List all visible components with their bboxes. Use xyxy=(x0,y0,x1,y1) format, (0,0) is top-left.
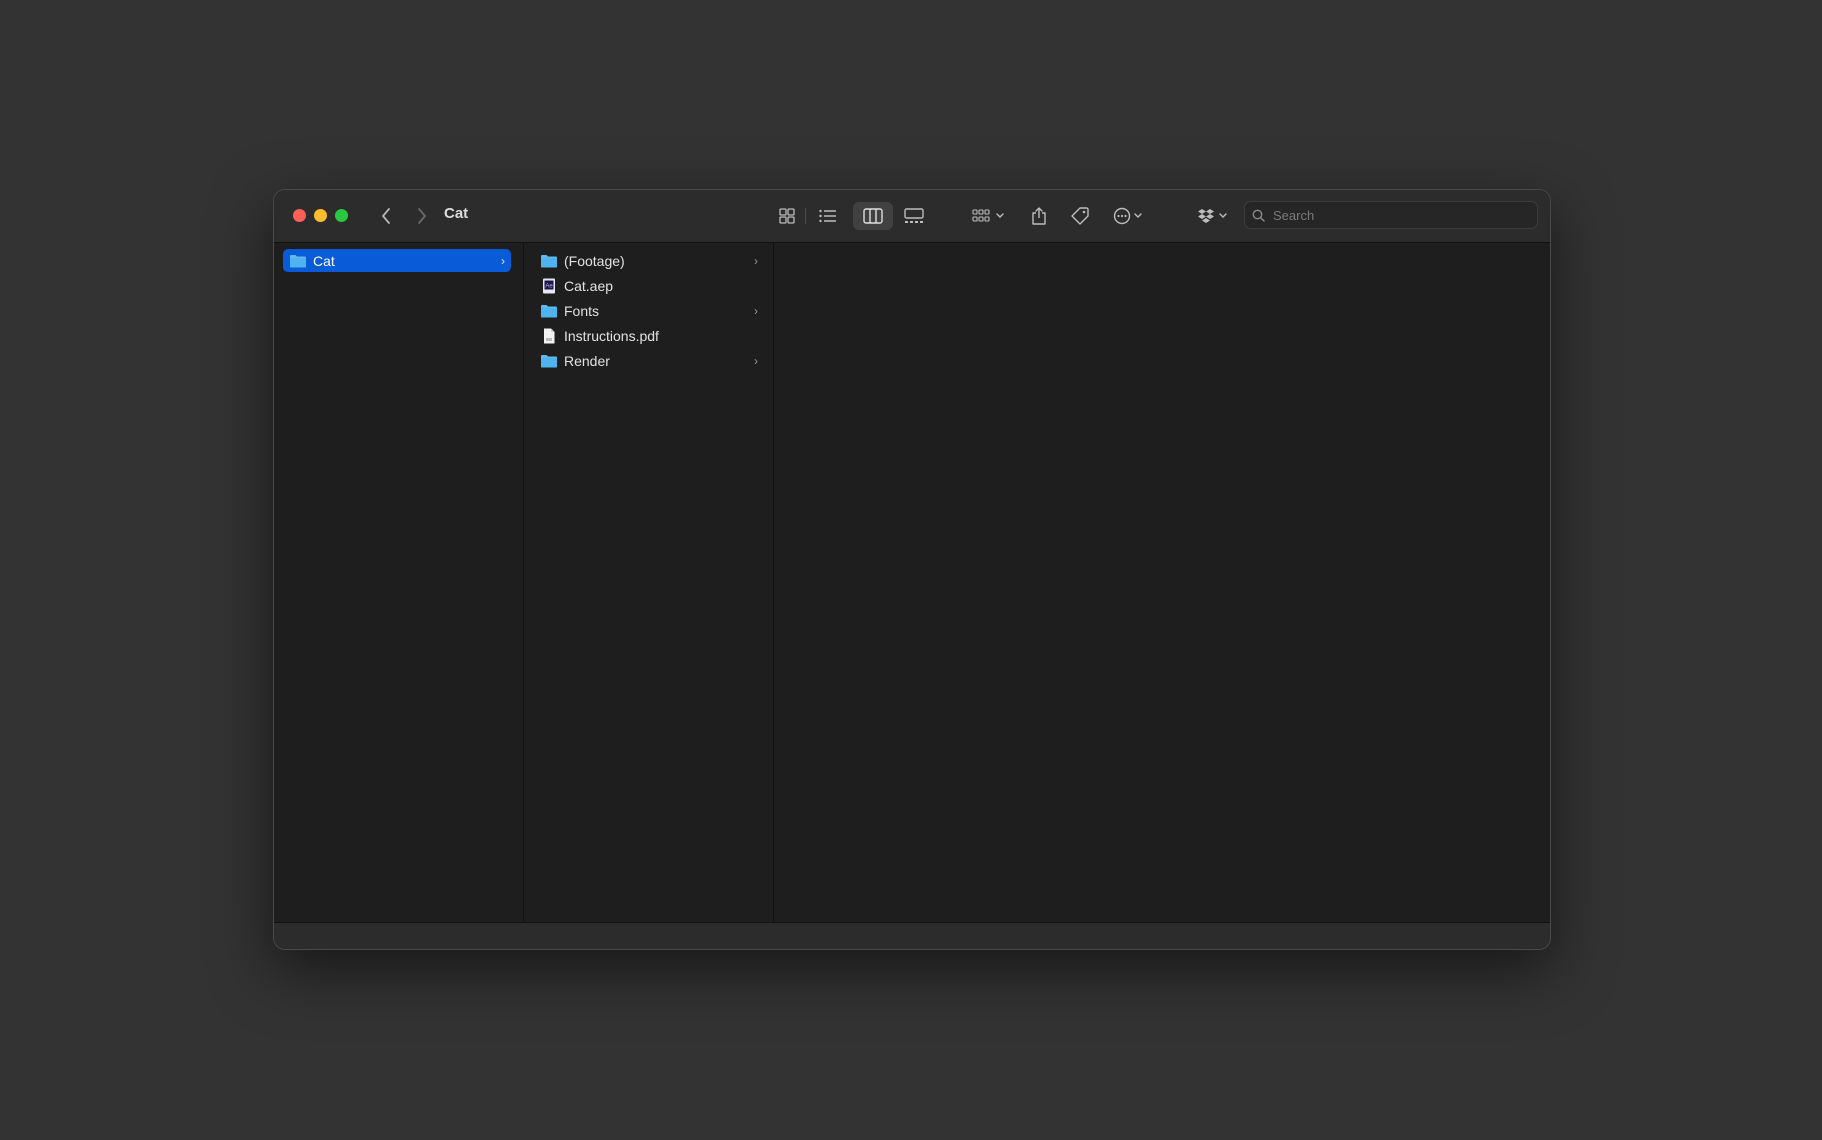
column-3-empty xyxy=(774,243,1550,923)
column-view-button[interactable] xyxy=(853,202,893,230)
list-item-label: (Footage) xyxy=(564,252,625,269)
folder-icon xyxy=(540,253,558,269)
search-icon xyxy=(1252,209,1265,222)
list-item-cat-aep[interactable]: Ae Cat.aep xyxy=(534,274,764,297)
dropbox-button[interactable] xyxy=(1194,202,1234,230)
list-item-footage[interactable]: (Footage) › xyxy=(534,249,764,272)
tag-button[interactable] xyxy=(1066,202,1094,230)
group-by-button[interactable] xyxy=(969,202,1009,230)
toolbar-divider xyxy=(805,208,806,224)
toolbar: Cat xyxy=(274,190,1550,243)
dropbox-icon xyxy=(1198,209,1227,223)
chevron-right-icon: › xyxy=(754,353,758,368)
status-bar xyxy=(274,922,1550,949)
list-item-label: Fonts xyxy=(564,302,600,319)
forward-button[interactable] xyxy=(410,204,434,228)
folder-icon xyxy=(289,253,307,269)
group-by-icon xyxy=(972,209,1004,222)
grid-icon xyxy=(779,208,795,224)
after-effects-file-icon: Ae xyxy=(540,278,558,294)
list-view-button[interactable] xyxy=(812,202,844,230)
gallery-view-button[interactable] xyxy=(897,202,931,230)
finder-window: Cat Search Cat › (Footage) › Ae Cat.aep … xyxy=(273,189,1551,950)
chevron-right-icon: › xyxy=(501,253,505,268)
search-input[interactable] xyxy=(1271,206,1515,224)
search-field[interactable] xyxy=(1244,201,1538,229)
icon-view-button[interactable] xyxy=(771,202,803,230)
document-icon xyxy=(540,328,558,344)
ellipsis-circle-icon xyxy=(1113,207,1142,225)
chevron-left-icon xyxy=(382,208,390,224)
list-item-label: Cat xyxy=(313,252,335,269)
folder-icon xyxy=(540,353,558,369)
column-2: (Footage) › Ae Cat.aep Fonts › Instructi… xyxy=(524,243,774,923)
list-item-render[interactable]: Render › xyxy=(534,349,764,372)
column-1: Cat › xyxy=(274,243,524,923)
window-title: Cat xyxy=(444,205,469,222)
back-button[interactable] xyxy=(374,204,398,228)
maximize-button[interactable] xyxy=(335,209,348,222)
chevron-right-icon: › xyxy=(754,303,758,318)
column-browser: Cat › (Footage) › Ae Cat.aep Fonts › Ins… xyxy=(274,243,1550,923)
chevron-right-icon: › xyxy=(754,253,758,268)
list-item-label: Instructions.pdf xyxy=(564,327,659,344)
share-button[interactable] xyxy=(1025,202,1053,230)
list-item-cat[interactable]: Cat › xyxy=(283,249,511,272)
minimize-button[interactable] xyxy=(314,209,327,222)
more-actions-button[interactable] xyxy=(1110,202,1150,230)
list-icon xyxy=(819,209,836,223)
gallery-icon xyxy=(904,208,924,223)
list-item-label: Cat.aep xyxy=(564,277,614,294)
tag-icon xyxy=(1071,207,1089,225)
list-item-label: Render xyxy=(564,352,610,369)
columns-icon xyxy=(863,208,883,224)
list-item-instructions-pdf[interactable]: Instructions.pdf xyxy=(534,324,764,347)
svg-text:Ae: Ae xyxy=(545,283,553,289)
list-item-fonts[interactable]: Fonts › xyxy=(534,299,764,322)
share-icon xyxy=(1032,207,1046,225)
folder-icon xyxy=(540,303,558,319)
chevron-right-icon xyxy=(418,208,426,224)
close-button[interactable] xyxy=(293,209,306,222)
